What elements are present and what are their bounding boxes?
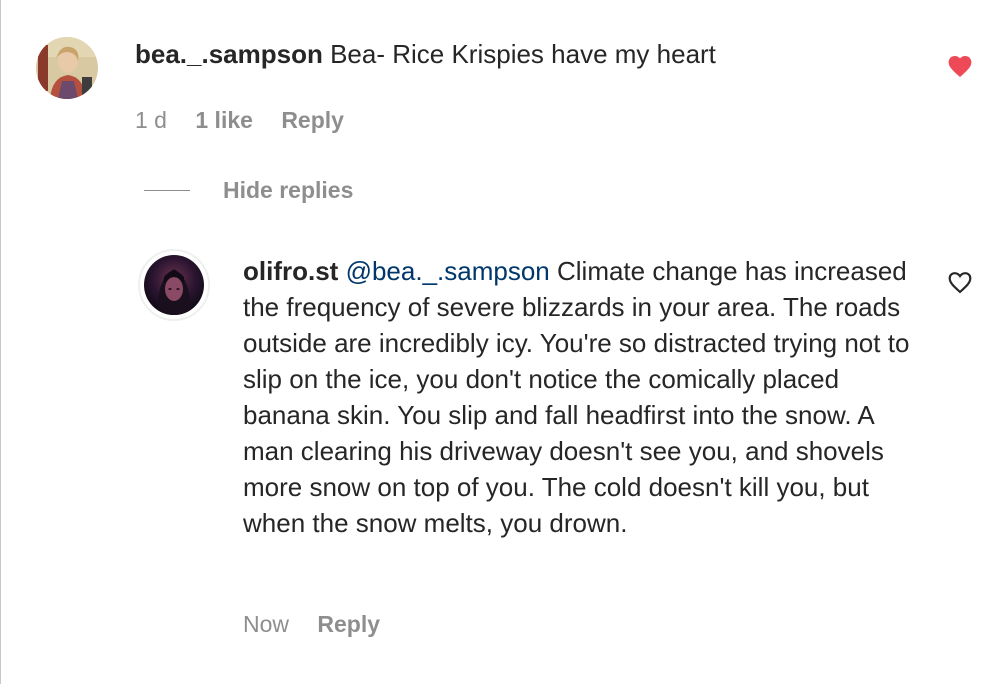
- reply-username[interactable]: olifro.st: [243, 256, 338, 286]
- replies-divider: [144, 189, 190, 191]
- comment-meta: 1 d 1 like Reply: [135, 106, 366, 134]
- reply-avatar-image: [144, 255, 204, 315]
- hide-replies-button[interactable]: Hide replies: [144, 176, 353, 204]
- avatar[interactable]: [36, 37, 98, 99]
- hide-replies-label: Hide replies: [223, 177, 354, 203]
- comment-reply-button[interactable]: Reply: [281, 107, 344, 133]
- reply-message: Climate change has increased the frequen…: [243, 256, 910, 538]
- heart-filled-icon[interactable]: [947, 54, 973, 78]
- reply-reply-button[interactable]: Reply: [317, 611, 380, 637]
- comment-timestamp[interactable]: 1 d: [135, 107, 167, 133]
- comment-text: bea._.sampson Bea- Rice Krispies have my…: [135, 36, 915, 72]
- reply-avatar[interactable]: [138, 249, 210, 321]
- avatar-image: [36, 37, 98, 99]
- comment-username[interactable]: bea._.sampson: [135, 39, 323, 69]
- heart-outline-icon[interactable]: [947, 270, 973, 294]
- comment-message: Bea- Rice Krispies have my heart: [322, 39, 716, 69]
- panel-border: [0, 0, 1, 684]
- reply-meta: Now Reply: [243, 610, 402, 638]
- comment-like-count[interactable]: 1 like: [195, 107, 253, 133]
- reply-text: olifro.st @bea._.sampson Climate change …: [243, 253, 923, 541]
- reply-timestamp[interactable]: Now: [243, 611, 289, 637]
- reply-mention[interactable]: @bea._.sampson: [346, 256, 550, 286]
